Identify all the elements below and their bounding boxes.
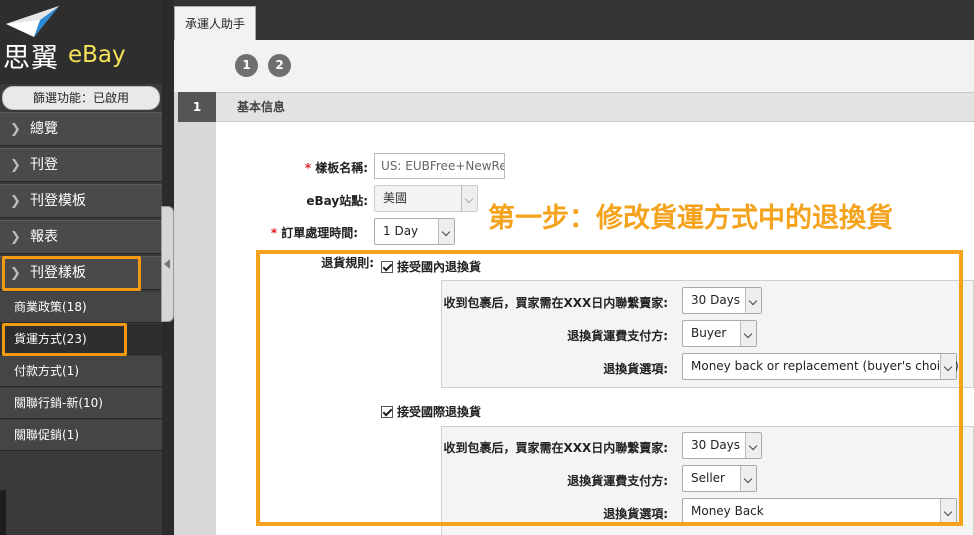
step-bar <box>174 40 974 92</box>
annotation-text: 第一步：修改貨運方式中的退換貨 <box>488 203 893 234</box>
step-2-button[interactable]: 2 <box>268 54 291 77</box>
template-name-label: * 樣板名稱: <box>304 161 368 175</box>
ebay-site-value: 美國 <box>383 191 408 205</box>
international-paid-by-label: 退換貨運費支付方: <box>567 474 668 488</box>
collapse-arrow-icon <box>164 259 170 269</box>
international-paid-by-select[interactable]: Seller <box>682 465 757 492</box>
sidebar-item-overview[interactable]: ❯ 總覽 <box>0 112 162 146</box>
checkbox-checked-icon <box>381 261 393 273</box>
chevron-down-icon <box>740 321 756 346</box>
domestic-paid-by-label: 退換貨運費支付方: <box>567 329 668 343</box>
chevron-right-icon: ❯ <box>10 122 21 137</box>
chevron-down-icon <box>940 499 956 524</box>
required-marker: * <box>270 226 278 240</box>
sidebar-item-reports[interactable]: ❯ 報表 <box>0 220 162 254</box>
sub-item-cross-promotion-new[interactable]: 關聯行銷-新(10) <box>0 388 162 419</box>
chevron-down-icon <box>745 288 761 313</box>
sidebar-item-label: 刊登 <box>30 157 58 173</box>
sidebar-collapse-handle[interactable] <box>161 206 174 322</box>
chevron-down-icon <box>438 219 454 244</box>
sidebar-item-listing-templates[interactable]: ❯ 刊登模板 <box>0 184 162 218</box>
sidebar-item-label: 報表 <box>30 229 58 245</box>
filter-status-pill[interactable]: 篩選功能：已啟用 <box>2 86 160 110</box>
international-returns-checkbox[interactable]: 接受國際退換貨 <box>381 403 481 420</box>
ebay-site-select[interactable]: 美國 <box>374 185 478 212</box>
chevron-down-icon <box>745 433 761 458</box>
chevron-right-icon: ❯ <box>10 266 21 281</box>
chevron-down-icon <box>940 354 956 379</box>
step-1-button[interactable]: 1 <box>235 54 258 77</box>
sidebar-item-listing[interactable]: ❯ 刊登 <box>0 148 162 182</box>
brand-name-en: eBay <box>68 42 126 68</box>
international-option-label: 退換貨選項: <box>603 507 668 521</box>
domestic-returns-checkbox[interactable]: 接受國內退換貨 <box>381 258 481 275</box>
sub-item-business-policies[interactable]: 商業政策(18) <box>0 292 162 323</box>
sidebar-item-label: 刊登模板 <box>30 193 86 209</box>
tab-bar <box>174 0 974 40</box>
tab-carrier-assistant[interactable]: 承運人助手 <box>174 6 256 40</box>
ebay-site-label: eBay站點: <box>306 194 368 208</box>
logo: 思翼 eBay <box>0 0 162 84</box>
international-within-label: 收到包裹后，買家需在XXX日内聯繫賣家: <box>443 441 668 455</box>
domestic-option-label: 退換貨選項: <box>603 362 668 376</box>
sub-item-related-promotions[interactable]: 關聯促銷(1) <box>0 420 162 451</box>
handling-time-select[interactable]: 1 Day <box>374 218 455 245</box>
chevron-down-icon <box>461 186 477 211</box>
sidebar: 思翼 eBay 篩選功能：已啟用 ❯ 總覽 ❯ 刊登 ❯ 刊登模板 ❯ 報表 ❯ 刊登樣板… <box>0 0 162 535</box>
sidebar-item-label: 刊登樣板 <box>30 265 86 281</box>
chevron-right-icon: ❯ <box>10 194 21 209</box>
chevron-right-icon: ❯ <box>10 158 21 173</box>
international-within-select[interactable]: 30 Days <box>682 432 762 459</box>
sidebar-scrollbar[interactable] <box>0 490 6 535</box>
section-header <box>178 92 974 122</box>
return-policy-label: 退貨規則: <box>321 256 374 270</box>
sidebar-item-label: 總覽 <box>30 121 58 137</box>
checkbox-checked-icon <box>381 406 393 418</box>
domestic-paid-by-select[interactable]: Buyer <box>682 320 757 347</box>
brand-name-cn: 思翼 <box>3 43 59 74</box>
template-name-input[interactable]: US: EUBFree+NewRe <box>374 153 505 179</box>
domestic-within-label: 收到包裹后，買家需在XXX日内聯繫賣家: <box>443 296 668 310</box>
chevron-down-icon <box>740 466 756 491</box>
sidebar-item-listing-profiles[interactable]: ❯ 刊登樣板 <box>0 256 162 290</box>
required-marker: * <box>304 161 312 175</box>
domestic-option-select[interactable]: Money back or replacement (buyer's choic… <box>682 353 959 380</box>
section-title: 基本信息 <box>237 100 286 114</box>
sub-item-payment-methods[interactable]: 付款方式(1) <box>0 356 162 387</box>
handling-time-label: * 訂單處理時間: <box>270 226 358 240</box>
domestic-within-select[interactable]: 30 Days <box>682 287 762 314</box>
international-option-select[interactable]: Money Back <box>682 498 957 525</box>
paper-plane-icon <box>6 6 59 37</box>
chevron-right-icon: ❯ <box>10 230 21 245</box>
sub-item-shipping-methods[interactable]: 貨運方式(23) <box>0 324 162 355</box>
section-number: 1 <box>178 92 216 122</box>
handling-time-value: 1 Day <box>383 224 419 238</box>
